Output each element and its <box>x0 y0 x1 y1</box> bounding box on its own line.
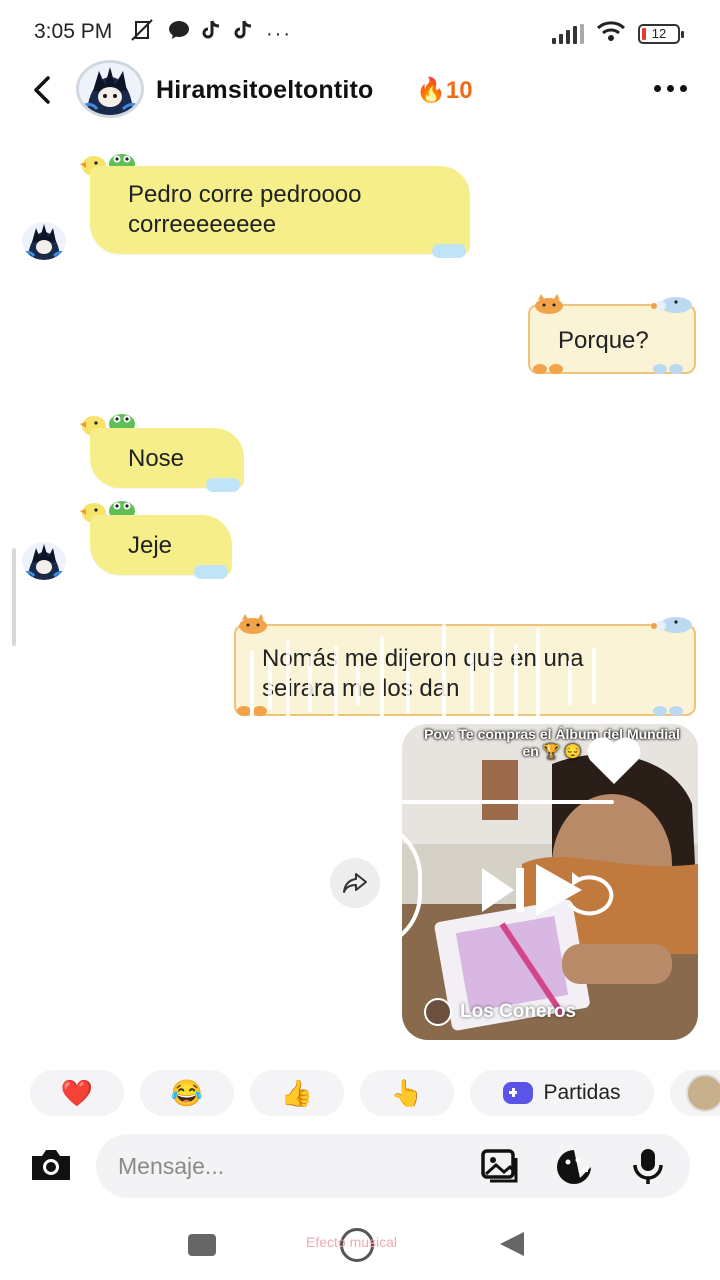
image-icon <box>481 1149 518 1183</box>
video-author-name: Los Coneros <box>460 1001 577 1022</box>
fire-icon: 🔥 <box>416 77 446 104</box>
status-time: 3:05 PM <box>34 20 113 43</box>
tiktok-icon <box>234 19 254 48</box>
streak-badge: 🔥10 <box>416 76 473 105</box>
contact-avatar[interactable] <box>76 60 144 118</box>
contact-avatar-small[interactable] <box>22 542 66 580</box>
shared-video-card[interactable]: Pov: Te compras el Álbum del Mundial en … <box>402 724 698 1040</box>
streak-count: 10 <box>445 77 473 104</box>
music-effect-label: Efecto musical <box>306 1234 398 1250</box>
cloud-sticker <box>432 244 466 258</box>
cloud-sticker <box>194 565 228 579</box>
status-notification-icons: ··· <box>130 18 292 49</box>
video-progress-bar[interactable] <box>402 800 614 804</box>
dot-icon <box>679 84 687 92</box>
play-icon[interactable] <box>478 860 618 925</box>
message-input-bar <box>0 1132 720 1200</box>
back-button[interactable] <box>24 72 60 108</box>
signal-icon <box>552 24 584 44</box>
tiktok-icon <box>202 19 222 48</box>
dog-sticker <box>646 292 696 314</box>
message-text: Nose <box>128 445 185 472</box>
cloud-sticker <box>206 478 240 492</box>
battery-icon: 12 <box>638 24 684 44</box>
quick-reply-heart[interactable]: ❤️ <box>30 1070 124 1116</box>
recents-button[interactable] <box>188 1234 216 1256</box>
camera-icon <box>32 1150 70 1180</box>
dog-sticker <box>646 612 696 634</box>
message-field <box>96 1134 690 1198</box>
message-bubble-received[interactable]: Nose <box>90 428 244 492</box>
share-icon <box>343 873 367 893</box>
microphone-icon <box>633 1149 663 1184</box>
mute-vibrate-icon <box>130 18 156 49</box>
message-bubble-received[interactable]: Pedro corre pedroooo correeeeeeee <box>90 166 470 258</box>
quick-reply-laugh[interactable]: 😂 <box>140 1070 234 1116</box>
quick-reply-thumbs-up[interactable]: 👍 <box>250 1070 344 1116</box>
quick-reply-point[interactable]: 👆 <box>360 1070 454 1116</box>
dot-icon <box>666 84 674 92</box>
gallery-button[interactable] <box>480 1148 520 1184</box>
cat-sticker <box>532 294 564 314</box>
dot-icon <box>653 84 661 92</box>
games-label: Partidas <box>543 1081 621 1104</box>
sticker-icon <box>557 1150 591 1184</box>
contact-name[interactable]: Hiramsitoeltontito <box>156 76 374 105</box>
more-options-button[interactable] <box>650 76 690 100</box>
chat-header: Hiramsitoeltontito 🔥10 <box>0 60 720 122</box>
status-bar: 3:05 PM ··· 12 <box>0 0 720 64</box>
voice-button[interactable] <box>628 1148 668 1184</box>
paws-sticker <box>532 362 566 374</box>
contact-avatar-small[interactable] <box>22 222 66 260</box>
paws-sticker <box>652 362 686 374</box>
quick-replies-bar: ❤️ 😂 👍 👆 Partidas <box>30 1070 720 1116</box>
wifi-icon <box>596 20 626 48</box>
games-button[interactable]: Partidas <box>470 1070 654 1116</box>
camera-button[interactable] <box>28 1146 74 1186</box>
scroll-indicator[interactable] <box>12 548 16 646</box>
heart-icon <box>586 736 642 791</box>
friend-avatar <box>686 1074 720 1112</box>
video-caption: Pov: Te compras el Álbum del Mundial en … <box>424 726 680 759</box>
quick-reply-avatar[interactable] <box>670 1070 720 1116</box>
chevron-left-icon <box>34 76 50 104</box>
message-text: Porque? <box>558 327 649 354</box>
audio-visualizer-overlay <box>246 620 606 730</box>
sticker-button[interactable] <box>554 1148 594 1184</box>
message-bubble-received[interactable]: Jeje <box>90 515 232 579</box>
video-author-avatar <box>424 998 452 1026</box>
message-text: Pedro corre pedroooo correeeeeeee <box>128 181 362 238</box>
message-text: Jeje <box>128 532 173 559</box>
system-nav-bar: Efecto musical <box>0 1210 720 1280</box>
gamepad-icon <box>503 1082 534 1104</box>
more-notifications-icon: ··· <box>266 22 292 45</box>
system-back-button[interactable] <box>500 1232 524 1256</box>
messenger-icon <box>168 19 190 48</box>
video-author[interactable]: Los Coneros <box>424 998 576 1026</box>
paws-sticker <box>652 704 686 716</box>
message-input[interactable] <box>118 1134 478 1198</box>
status-system-icons: 12 <box>552 20 684 48</box>
